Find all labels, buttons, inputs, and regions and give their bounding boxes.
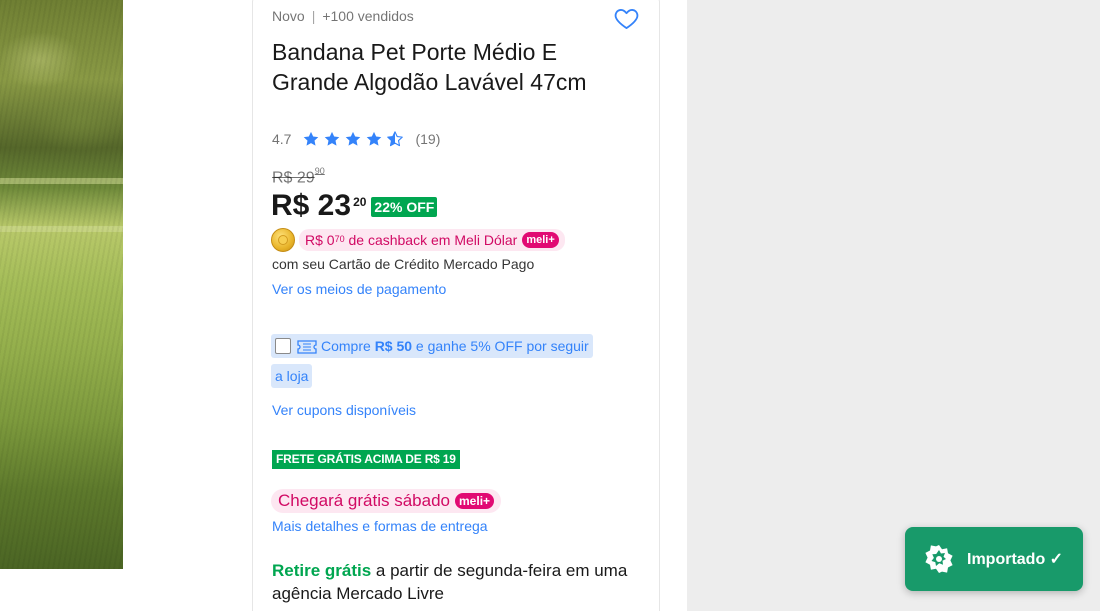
coupon-amount: R$ 50 [374, 338, 413, 354]
star-icon [346, 131, 361, 146]
current-price-cents: 20 [353, 195, 367, 209]
cashback-text: de cashback em Meli Dólar [344, 232, 518, 248]
star-half-icon [387, 131, 404, 147]
ticket-icon [297, 340, 317, 354]
cashback-cents: 70 [334, 234, 345, 244]
meli-plus-badge: meli+ [522, 232, 559, 248]
free-shipping-badge: FRETE GRÁTIS ACIMA DE R$ 19 [272, 450, 460, 469]
arrival-text: Chegará grátis sábado [278, 491, 451, 510]
imported-button[interactable]: Importado ✓ [905, 527, 1083, 591]
meli-dolar-coin-icon [271, 228, 295, 252]
review-count: (19) [415, 131, 441, 147]
cashback-row: R$ 0 70 de cashback em Meli Dólar meli+ [271, 228, 565, 252]
price-row: R$ 23 20 22% OFF [271, 188, 438, 224]
product-title: Bandana Pet Porte Médio E Grande Algodão… [272, 39, 587, 95]
original-price: R$ 2990 [272, 166, 325, 187]
store-coupon[interactable]: Compre R$ 50 e ganhe 5% OFF por seguir a … [271, 331, 633, 391]
rating-value: 4.7 [272, 131, 292, 147]
rating-stars [302, 130, 407, 148]
coupon-checkbox[interactable] [275, 338, 291, 354]
pickup-info: Retire grátis a partir de segunda-feira … [272, 559, 632, 605]
pickup-highlight: Retire grátis [272, 561, 372, 580]
coupon-text-2: e ganhe 5% OFF por seguir [412, 338, 589, 354]
discount-badge: 22% OFF [371, 197, 438, 217]
rating-row[interactable]: 4.7 (19) [272, 128, 440, 150]
photo-grass-band [0, 226, 123, 232]
heart-icon[interactable] [613, 5, 640, 32]
star-icon [304, 131, 319, 146]
imported-label: Importado ✓ [967, 551, 1064, 568]
coupon-text-1: Compre [321, 338, 375, 354]
available-coupons-link[interactable]: Ver cupons disponíveis [272, 402, 416, 418]
arrival-pill: Chegará grátis sábado meli+ [271, 489, 502, 513]
separator: | [311, 8, 316, 24]
cashback-pill: R$ 0 70 de cashback em Meli Dólar meli+ [299, 229, 565, 251]
star-icon [367, 131, 382, 146]
original-price-int: R$ 29 [272, 169, 315, 187]
cashback-amount: R$ 0 [305, 232, 335, 248]
side-panel [687, 0, 1100, 611]
delivery-details-link[interactable]: Mais detalhes e formas de entrega [272, 518, 488, 534]
arrival-row: Chegará grátis sábado meli+ [271, 489, 502, 513]
payment-methods-link[interactable]: Ver os meios de pagamento [272, 281, 446, 297]
product-subtitle: Novo | +100 vendidos [272, 8, 414, 24]
cashback-card-note: com seu Cartão de Crédito Mercado Pago [272, 256, 535, 272]
condition-label: Novo [272, 8, 305, 24]
product-photo[interactable] [0, 0, 123, 569]
star-icon [325, 131, 340, 146]
original-price-cents: 90 [314, 166, 325, 176]
badge-icon [925, 545, 953, 573]
current-price: R$ 23 [271, 189, 352, 222]
coupon-text-3: a loja [275, 368, 309, 384]
meli-plus-badge: meli+ [455, 493, 495, 509]
coupon-text: Compre R$ 50 e ganhe 5% OFF por seguir a … [271, 334, 593, 388]
photo-grass-band [0, 178, 123, 184]
sold-count: +100 vendidos [322, 8, 414, 24]
